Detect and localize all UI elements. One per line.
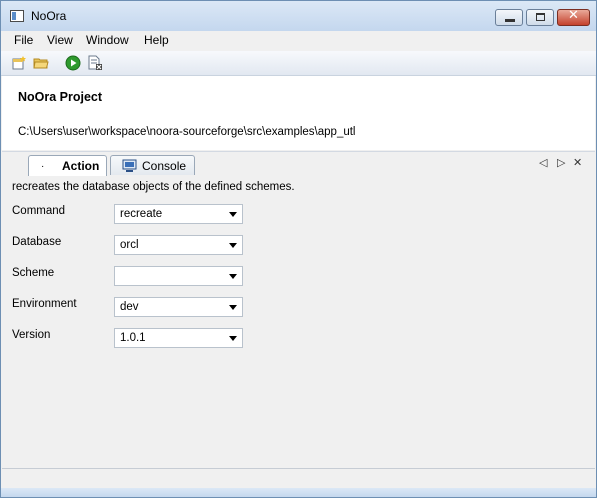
run-icon[interactable] [65, 55, 81, 71]
version-select[interactable]: 1.0.1 [114, 328, 243, 348]
window-title: NoOra [31, 9, 67, 23]
tab-action[interactable]: · Action [28, 155, 107, 176]
environment-label: Environment [12, 298, 77, 310]
open-folder-icon[interactable] [33, 55, 49, 71]
stop-document-icon[interactable] [87, 55, 103, 71]
version-value: 1.0.1 [120, 332, 146, 344]
toolbar [1, 51, 596, 76]
menu-help[interactable]: Help [144, 33, 169, 47]
project-title: NoOra Project [18, 90, 103, 104]
project-panel: NoOra Project C:\Users\user\workspace\no… [2, 76, 595, 150]
tab-next-icon[interactable]: ▷ [557, 156, 565, 169]
command-label: Command [12, 205, 66, 217]
chevron-down-icon [229, 305, 237, 310]
minimize-button[interactable] [495, 9, 523, 26]
close-button[interactable]: ✕ [557, 8, 590, 26]
scheme-select[interactable] [114, 266, 243, 286]
menu-bar: File View Window Help [1, 31, 596, 50]
tab-close-icon[interactable]: ✕ [573, 156, 582, 169]
new-project-icon[interactable] [11, 55, 27, 71]
tab-console-label: Console [142, 159, 187, 173]
action-description: recreates the database objects of the de… [12, 181, 295, 193]
action-dot-icon: · [41, 161, 45, 172]
menu-view[interactable]: View [47, 33, 73, 47]
chevron-down-icon [229, 243, 237, 248]
tab-bar: · Action Console ◁ ▷ ✕ [2, 151, 595, 177]
database-value: orcl [120, 239, 139, 251]
action-panel: recreates the database objects of the de… [2, 176, 595, 466]
database-select[interactable]: orcl [114, 235, 243, 255]
close-icon: ✕ [568, 8, 579, 23]
chevron-down-icon [229, 274, 237, 279]
environment-value: dev [120, 301, 139, 313]
database-label: Database [12, 236, 62, 248]
command-value: recreate [120, 208, 163, 220]
version-label: Version [12, 329, 51, 341]
console-icon [122, 159, 137, 172]
title-bar[interactable]: NoOra ✕ [1, 1, 596, 31]
maximize-icon [536, 13, 545, 21]
project-path: C:\Users\user\workspace\noora-sourceforg… [18, 126, 356, 138]
app-window: NoOra ✕ File View Window Help NoOra Proj… [0, 0, 597, 498]
tab-prev-icon[interactable]: ◁ [539, 156, 547, 169]
chevron-down-icon [229, 336, 237, 341]
menu-window[interactable]: Window [86, 33, 129, 47]
chevron-down-icon [229, 212, 237, 217]
command-select[interactable]: recreate [114, 204, 243, 224]
minimize-icon [505, 19, 515, 22]
app-icon [10, 10, 24, 22]
tab-console[interactable]: Console [110, 155, 195, 175]
menu-file[interactable]: File [14, 33, 33, 47]
window-bottom-frame [1, 488, 596, 497]
environment-select[interactable]: dev [114, 297, 243, 317]
status-bar [2, 468, 595, 489]
maximize-button[interactable] [526, 9, 554, 26]
tab-action-label: Action [62, 159, 100, 173]
scheme-label: Scheme [12, 267, 55, 279]
